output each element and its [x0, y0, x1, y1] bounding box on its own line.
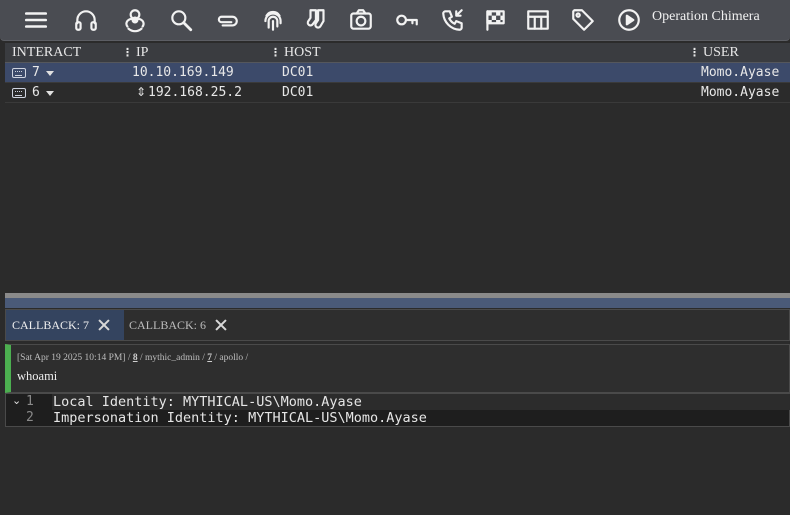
callback-host: DC01 — [282, 65, 314, 80]
search-icon[interactable] — [165, 4, 197, 36]
callback-user: Momo.Ayase — [701, 65, 780, 80]
task-entry[interactable]: [Sat Apr 19 2025 10:14 PM] / 8 / mythic_… — [5, 344, 790, 393]
callback-ip: 10.10.169.149 — [132, 65, 234, 80]
header-ip[interactable]: ⋮ IP — [122, 45, 148, 61]
line-gutter: ⌄ 1 2 — [6, 394, 52, 426]
tab-callback-6[interactable]: CALLBACK: 6 — [124, 310, 244, 340]
fingerprint-icon[interactable] — [257, 4, 289, 36]
chevron-down-icon[interactable] — [46, 71, 54, 76]
header-ip-label: IP — [136, 45, 149, 60]
play-circle-icon[interactable] — [613, 4, 645, 36]
table-row[interactable]: 6 ⇕ 192.168.25.2 DC01 Momo.Ayase — [5, 83, 790, 103]
table-icon[interactable] — [522, 4, 554, 36]
key-icon[interactable] — [391, 4, 423, 36]
line-number: 2 — [26, 410, 34, 425]
output-line: Impersonation Identity: MYTHICAL-US\Momo… — [53, 410, 427, 426]
phone-callback-icon[interactable] — [437, 4, 469, 36]
task-command: whoami — [17, 369, 58, 383]
header-interact[interactable]: INTERACT — [12, 45, 81, 61]
task-payload-type: / apollo / — [212, 353, 249, 363]
line-number: 1 — [26, 394, 34, 409]
paperclip-icon[interactable] — [211, 4, 243, 36]
swap-vertical-icon[interactable]: ⇕ — [136, 85, 146, 99]
header-user-label: USER — [703, 45, 739, 60]
column-menu-icon[interactable]: ⋮ — [122, 46, 133, 59]
task-separator: / — [125, 353, 133, 363]
checkered-flag-icon[interactable] — [479, 4, 511, 36]
operation-name[interactable]: Operation Chimera — [652, 9, 760, 25]
callback-tabs: CALLBACK: 7 CALLBACK: 6 — [5, 309, 790, 341]
callback-host: DC01 — [282, 85, 314, 100]
header-user[interactable]: ⋮ USER — [689, 45, 739, 61]
task-timestamp: [Sat Apr 19 2025 10:14 PM] — [17, 353, 126, 363]
keyboard-icon[interactable] — [12, 68, 26, 78]
chevron-down-icon[interactable]: ⌄ — [12, 394, 21, 407]
biohazard-icon[interactable] — [119, 4, 151, 36]
socks-icon[interactable] — [301, 4, 333, 36]
header-host-label: HOST — [284, 45, 321, 60]
column-menu-icon[interactable]: ⋮ — [270, 46, 281, 59]
table-row[interactable]: 7 10.10.169.149 DC01 Momo.Ayase — [5, 63, 790, 83]
callbacks-table: INTERACT ⋮ IP ⋮ HOST ⋮ USER 7 10.10.169.149… — [5, 43, 790, 293]
callback-id: 7 — [32, 65, 40, 80]
camera-icon[interactable] — [345, 4, 377, 36]
tab-label: CALLBACK: 7 — [12, 317, 90, 332]
header-host[interactable]: ⋮ HOST — [270, 45, 321, 61]
task-operator: / mythic_admin / — [137, 353, 208, 363]
task-output: ⌄ 1 2 Local Identity: MYTHICAL-US\Momo.A… — [5, 393, 790, 427]
output-line: Local Identity: MYTHICAL-US\Momo.Ayase — [52, 394, 790, 410]
callback-user: Momo.Ayase — [701, 85, 780, 100]
panel-splitter[interactable] — [5, 293, 790, 308]
tag-icon[interactable] — [567, 4, 599, 36]
tab-label: CALLBACK: 6 — [129, 317, 207, 332]
close-icon[interactable] — [97, 318, 111, 332]
keyboard-icon[interactable] — [12, 88, 26, 98]
task-metadata: [Sat Apr 19 2025 10:14 PM] / 8 / mythic_… — [17, 353, 248, 363]
column-menu-icon[interactable]: ⋮ — [689, 46, 700, 59]
menu-icon[interactable] — [20, 4, 52, 36]
app-root: Operation Chimera INTERACT ⋮ IP ⋮ HOST ⋮ US… — [0, 0, 790, 515]
callback-id: 6 — [32, 85, 40, 100]
callback-ip: 192.168.25.2 — [148, 85, 242, 100]
table-header: INTERACT ⋮ IP ⋮ HOST ⋮ USER — [5, 43, 790, 63]
close-icon[interactable] — [214, 318, 228, 332]
tab-callback-7[interactable]: CALLBACK: 7 — [6, 310, 124, 340]
top-toolbar: Operation Chimera — [0, 0, 790, 41]
chevron-down-icon[interactable] — [46, 91, 54, 96]
headphones-icon[interactable] — [70, 4, 102, 36]
